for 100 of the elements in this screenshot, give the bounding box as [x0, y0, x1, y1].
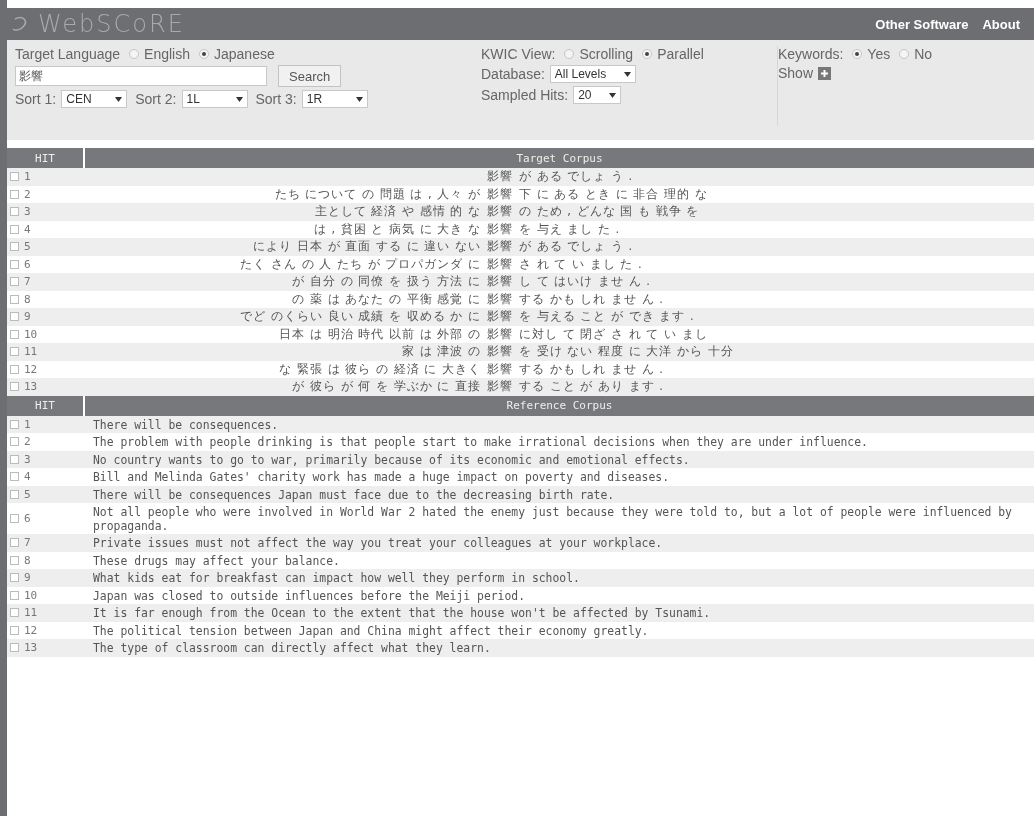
hit-number: 10 — [24, 588, 38, 602]
checkbox[interactable] — [10, 454, 19, 464]
checkbox[interactable] — [10, 489, 19, 499]
left-context: が 自分 の 同僚 を 扱う 方法 に — [292, 274, 481, 289]
keyword: 影響 — [487, 239, 513, 255]
checkbox[interactable] — [10, 329, 19, 339]
checkbox[interactable] — [10, 242, 19, 252]
caret-icon — [235, 96, 243, 102]
checkbox[interactable] — [10, 643, 19, 653]
field-label: Show — [778, 65, 814, 81]
left-context: は , 貧困 と 病気 に 大き な — [313, 221, 481, 236]
checkbox[interactable] — [10, 419, 19, 429]
reference-sentence: It is far enough from the Ocean to the extent that the house won't be affected by Tsunami. — [92, 605, 712, 622]
radio-button[interactable] — [852, 49, 863, 59]
caret-icon — [609, 92, 617, 98]
column-header: HIT — [7, 148, 85, 168]
radio-label: No — [914, 46, 933, 62]
checkbox[interactable] — [10, 207, 19, 217]
left-context: が 彼ら が 何 を 学ぶか に 直接 — [292, 379, 481, 394]
hit-number: 12 — [24, 623, 38, 637]
checkbox[interactable] — [10, 294, 19, 304]
reference-sentence: Not all people who were involved in World War 2 hated the enemy just because they were told to, but a lot of people were influenced by propaganda. — [92, 504, 1013, 534]
checkbox[interactable] — [10, 364, 19, 374]
hit-number: 12 — [24, 362, 38, 376]
checkbox[interactable] — [10, 472, 19, 482]
checkbox[interactable] — [10, 608, 19, 618]
checkbox[interactable] — [10, 590, 19, 600]
checkbox[interactable] — [10, 259, 19, 269]
left-context: 主として 経済 や 感情 的 な — [314, 204, 481, 219]
search-field[interactable]: 影響 — [15, 66, 267, 86]
radio-button[interactable] — [199, 49, 209, 59]
keyword: 影響 — [487, 256, 513, 272]
hits-select[interactable]: 20 — [573, 86, 622, 104]
checkbox[interactable] — [10, 277, 19, 287]
hit-number: 2 — [24, 435, 31, 449]
checkbox[interactable] — [10, 437, 19, 447]
keyword: 影響 — [487, 309, 513, 325]
left-context: でど のくらい 良い 成績 を 収める か に — [240, 309, 481, 324]
reference-sentence: There will be consequences Japan must face due to the decreasing birth rate. — [92, 486, 616, 503]
right-context: が ある でしょ う . — [519, 239, 635, 255]
keyword: 影響 — [487, 186, 513, 202]
nav-link[interactable]: About — [982, 16, 1020, 32]
checkbox[interactable] — [10, 382, 19, 392]
checkbox[interactable] — [10, 172, 19, 182]
sort-select[interactable]: 1L — [181, 90, 248, 108]
search-button[interactable]: Search — [278, 65, 342, 87]
radio-button[interactable] — [129, 49, 140, 59]
sort-select[interactable]: 1R — [301, 90, 368, 108]
plus-icon[interactable] — [818, 66, 832, 80]
hit-number: 2 — [24, 187, 31, 201]
checkbox[interactable] — [10, 189, 19, 199]
right-context: する かも しれ ませ ん . — [519, 361, 665, 377]
right-context: する かも しれ ませ ん . — [519, 291, 665, 307]
radio-button[interactable] — [899, 49, 910, 59]
nav-link[interactable]: Other Software — [875, 16, 969, 32]
checkbox[interactable] — [10, 573, 19, 583]
hit-number: 5 — [24, 240, 31, 254]
field-label: Sort 2: — [135, 91, 177, 107]
right-context: を 受け ない 程度 に 大洋 から 十分 — [519, 344, 735, 360]
checkbox[interactable] — [10, 538, 19, 548]
column-header: Target Corpus — [85, 148, 1034, 168]
hit-number: 1 — [24, 170, 31, 184]
hit-number: 7 — [24, 275, 31, 289]
keyword: 影響 — [487, 169, 513, 185]
caret-icon — [355, 96, 363, 102]
field-label: Sort 1: — [15, 91, 57, 107]
checkbox[interactable] — [10, 312, 19, 322]
radio-label: Japanese — [214, 46, 275, 62]
caret-icon — [623, 71, 631, 77]
keyword: 影響 — [487, 361, 513, 377]
hit-number: 11 — [24, 345, 38, 359]
radio-button[interactable] — [564, 49, 575, 59]
checkbox[interactable] — [10, 347, 19, 357]
reference-sentence: These drugs may affect your balance. — [92, 552, 341, 569]
hit-number: 9 — [24, 310, 31, 324]
hit-number: 3 — [24, 452, 31, 466]
checkbox[interactable] — [10, 224, 19, 234]
hit-number: 13 — [24, 641, 38, 655]
left-context: の 薬 は あなた の 平衡 感覚 に — [292, 291, 481, 306]
hit-number: 13 — [24, 380, 38, 394]
checkbox[interactable] — [10, 555, 19, 565]
field-label: Sampled Hits: — [481, 87, 569, 103]
radio-label: English — [144, 46, 190, 62]
checkbox[interactable] — [10, 625, 19, 635]
reference-sentence: Bill and Melinda Gates' charity work has made a huge impact on poverty and diseases. — [92, 469, 671, 486]
radio-button[interactable] — [642, 49, 653, 59]
right-context: の ため , どんな 国 も 戦争 を — [519, 204, 701, 220]
hit-number: 4 — [24, 222, 31, 236]
reference-sentence: No country wants to go to war, primarily because of its economic and emotional effects. — [92, 451, 691, 468]
hit-number: 7 — [24, 536, 31, 550]
hit-number: 10 — [24, 327, 38, 341]
database-select[interactable]: All Levels — [549, 65, 636, 83]
radio-label: Yes — [867, 46, 891, 62]
left-context: 家 は 津波 の — [402, 344, 481, 359]
reference-sentence: Private issues must not affect the way you treat your colleagues at your workplace. — [92, 535, 664, 552]
checkbox[interactable] — [10, 514, 19, 523]
column-header: Reference Corpus — [85, 395, 1034, 416]
sort-select[interactable]: CEN — [61, 90, 128, 108]
keyword: 影響 — [487, 291, 513, 307]
hit-number: 5 — [24, 487, 31, 501]
